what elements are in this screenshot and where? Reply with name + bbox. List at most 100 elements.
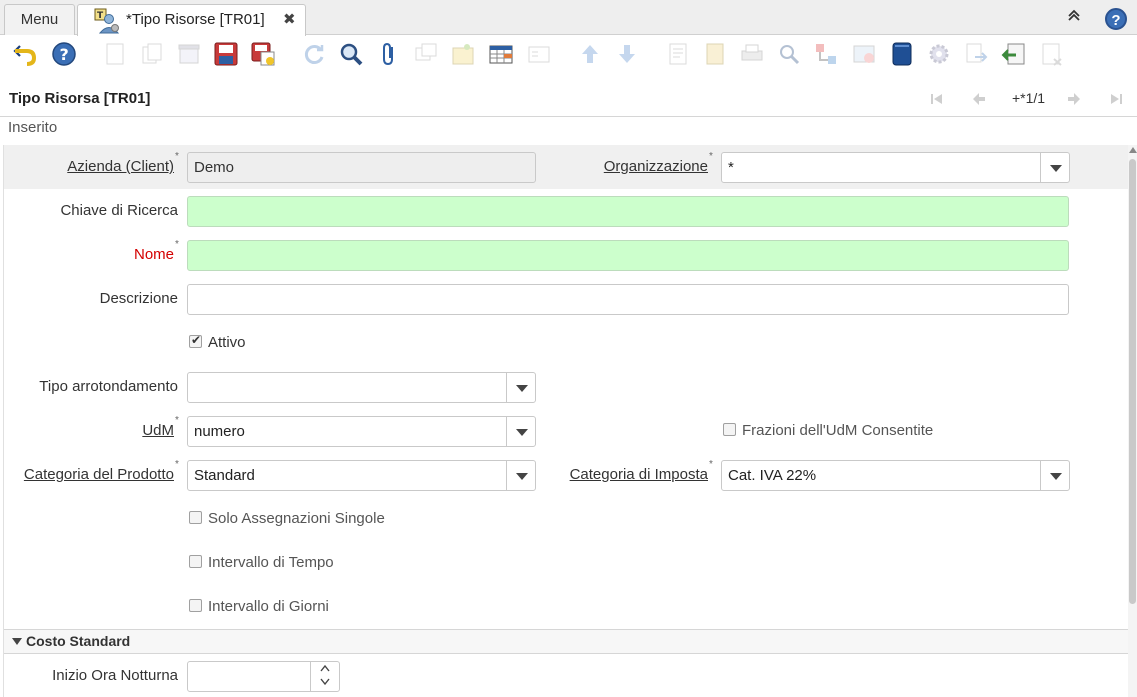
time-slot-checkbox[interactable]: Intervallo di Tempo [189,554,334,571]
multi-record-icon[interactable] [525,40,553,68]
print-icon[interactable] [738,40,766,68]
required-star: * [709,459,713,470]
save-create-icon[interactable] [249,40,277,68]
tax-category-label[interactable]: Categoria di Imposta [570,466,708,483]
spinner-buttons[interactable] [310,662,339,691]
report-icon[interactable] [664,40,692,68]
help-icon[interactable]: ? [50,40,78,68]
time-slot-label: Intervallo di Tempo [208,554,334,571]
checkbox-icon[interactable] [189,511,202,524]
active-label: Attivo [208,334,246,351]
copy-record-icon[interactable] [138,40,166,68]
section-title: Costo Standard [26,633,131,649]
day-slot-label: Intervallo di Giorni [208,598,329,615]
required-star: * [175,415,179,426]
record-title-bar: Tipo Risorsa [TR01] +*1/1 [0,83,1137,117]
delete-icon[interactable] [175,40,203,68]
night-start-input[interactable] [187,661,340,692]
required-star: * [175,459,179,470]
tab-label: *Tipo Risorse [TR01] [126,11,265,28]
svg-text:T: T [97,11,104,21]
last-record-icon[interactable] [1108,91,1124,112]
name-input[interactable] [187,240,1069,271]
save-icon[interactable] [212,40,240,68]
product-category-label[interactable]: Categoria del Prodotto [24,466,174,483]
organization-value: * [728,159,734,176]
day-slot-checkbox[interactable]: Intervallo di Giorni [189,598,329,615]
single-assignment-checkbox[interactable]: Solo Assegnazioni Singole [189,510,385,527]
night-start-label: Inizio Ora Notturna [52,667,178,684]
arrow-up-icon[interactable] [576,40,604,68]
requests-icon[interactable] [850,40,878,68]
chevron-down-icon[interactable] [1040,153,1069,182]
checkbox-icon[interactable] [189,599,202,612]
vertical-scrollbar[interactable] [1128,145,1137,697]
uom-fractions-checkbox[interactable]: Frazioni dell'UdM Consentite [723,422,933,439]
chevron-down-icon[interactable] [506,417,535,446]
active-checkbox[interactable]: Attivo [189,333,246,351]
find-icon[interactable] [337,40,365,68]
help-circle-icon[interactable]: ? [1105,8,1127,30]
export-icon[interactable] [962,40,990,68]
scroll-up-icon[interactable] [1129,147,1137,153]
section-header-costo-standard[interactable]: Costo Standard [4,629,1129,654]
chevron-down-icon[interactable] [1040,461,1069,490]
product-info-icon[interactable] [888,40,916,68]
description-label: Descrizione [99,290,178,307]
grid-toggle-icon[interactable] [487,40,515,68]
new-record-icon[interactable] [101,40,129,68]
window-tab-bar: Menu T *Tipo Risorse [TR01] ✖ ? [0,0,1137,36]
refresh-icon[interactable] [300,40,328,68]
checkbox-checked-icon[interactable] [189,333,202,348]
organization-select[interactable]: * [721,152,1070,183]
first-record-icon[interactable] [929,91,945,112]
organization-label[interactable]: Organizzazione [604,158,708,175]
close-icon[interactable]: ✖ [283,5,296,35]
attachment-icon[interactable] [375,40,403,68]
tax-category-value: Cat. IVA 22% [728,467,817,484]
collapse-icon[interactable] [1067,8,1081,25]
required-star: * [175,239,179,250]
tab-tipo-risorse[interactable]: T *Tipo Risorse [TR01] ✖ [77,4,306,36]
rounding-type-label: Tipo arrotondamento [39,378,178,395]
required-star: * [175,151,179,162]
status-text: Inserito [8,119,58,136]
search-key-input[interactable] [187,196,1069,227]
chevron-down-icon[interactable] [506,461,535,490]
chevron-down-icon[interactable] [506,373,535,402]
previous-record-icon[interactable] [971,91,987,112]
checkbox-icon[interactable] [189,555,202,568]
page-title: Tipo Risorsa [TR01] [9,90,151,107]
zoom-across-icon[interactable] [775,40,803,68]
tax-category-select[interactable]: Cat. IVA 22% [721,460,1070,491]
arrow-down-icon[interactable] [613,40,641,68]
client-label[interactable]: Azienda (Client) [67,158,174,175]
collapse-triangle-icon[interactable] [12,638,22,645]
uom-label[interactable]: UdM [142,422,174,439]
import-icon[interactable] [1000,40,1028,68]
workflow-icon[interactable] [812,40,840,68]
toolbar: ? [0,36,1137,76]
resource-type-icon: T [94,8,120,34]
archive-icon[interactable] [449,40,477,68]
chat-icon[interactable] [412,40,440,68]
quick-form-icon[interactable] [1038,40,1066,68]
rounding-type-select[interactable] [187,372,536,403]
scrollbar-thumb[interactable] [1129,159,1136,604]
required-star: * [709,151,713,162]
record-counter: +*1/1 [1012,90,1046,106]
name-label: Nome [133,246,174,263]
product-category-value: Standard [194,467,255,484]
history-icon[interactable] [701,40,729,68]
process-icon[interactable] [925,40,953,68]
description-input[interactable] [187,284,1069,315]
uom-select[interactable]: numero [187,416,536,447]
tab-menu[interactable]: Menu [4,4,75,35]
checkbox-icon[interactable] [723,423,736,436]
undo-icon[interactable] [11,40,39,68]
next-record-icon[interactable] [1066,91,1082,112]
product-category-select[interactable]: Standard [187,460,536,491]
svg-text:?: ? [60,45,69,64]
single-assignment-label: Solo Assegnazioni Singole [208,510,385,527]
client-field: Demo [187,152,536,183]
